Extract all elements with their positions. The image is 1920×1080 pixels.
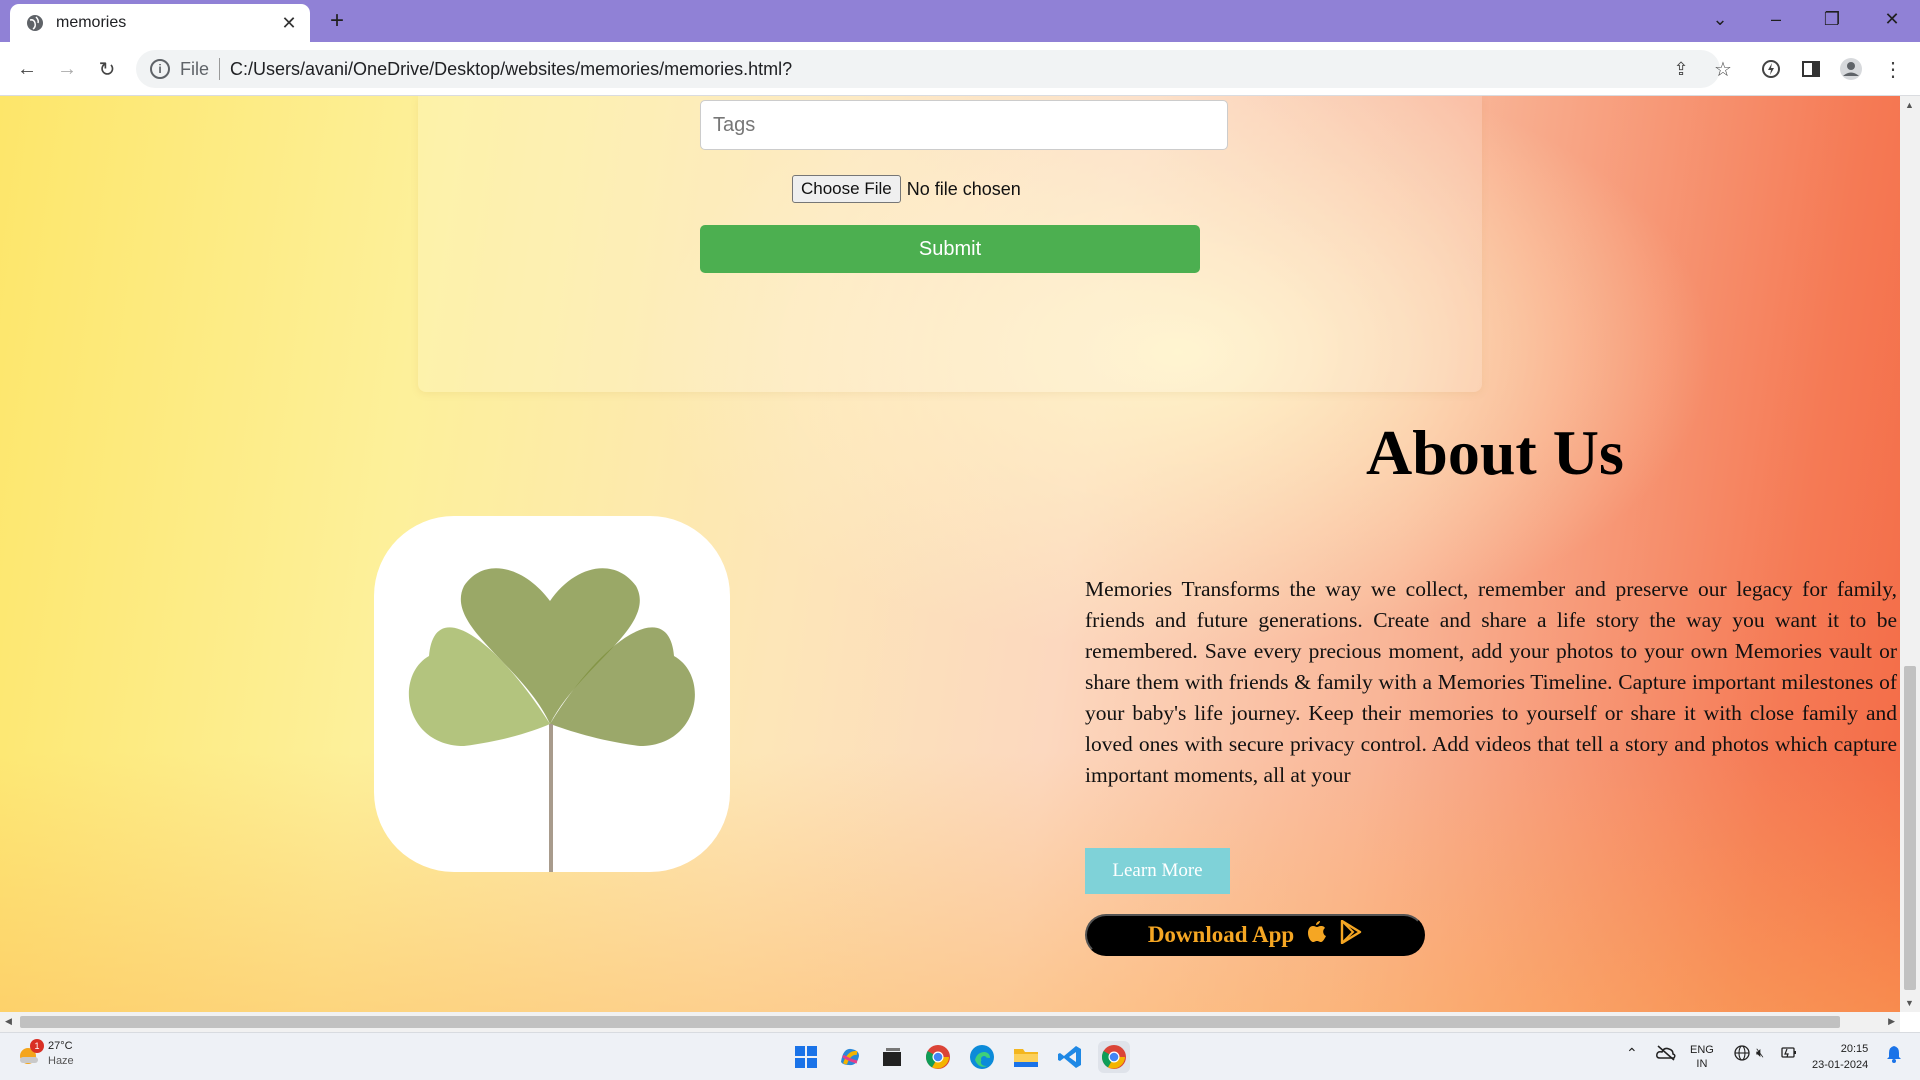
choose-file-button[interactable]: Choose File: [792, 175, 901, 203]
language-indicator[interactable]: ENG IN: [1690, 1043, 1714, 1071]
file-picker: Choose File No file chosen: [792, 175, 1021, 203]
tab-search-chevron-icon[interactable]: ⌄: [1692, 0, 1748, 38]
battery-icon[interactable]: [1780, 1045, 1798, 1064]
clock-date: 23-01-2024: [1812, 1059, 1869, 1071]
volume-muted-icon[interactable]: 🔇︎: [1756, 1045, 1764, 1061]
address-bar[interactable]: i File C:/Users/avani/OneDrive/Desktop/w…: [136, 50, 1720, 88]
site-info-icon[interactable]: i: [150, 59, 170, 79]
scroll-down-arrow-icon[interactable]: ▼: [1905, 998, 1914, 1008]
weather-desc: Haze: [48, 1055, 74, 1067]
weather-widget[interactable]: 1 27°C Haze: [16, 1039, 74, 1069]
horizontal-scrollbar[interactable]: ◀ ▶: [0, 1012, 1900, 1032]
vertical-scroll-thumb[interactable]: [1904, 666, 1916, 990]
lang-top: ENG: [1690, 1044, 1714, 1056]
memories-app-logo: [374, 516, 730, 872]
browser-tab-strip: memories ✕ + ⌄ – ❐ ✕: [0, 0, 1920, 42]
file-explorer-icon[interactable]: [1010, 1041, 1042, 1073]
scroll-left-arrow-icon[interactable]: ◀: [5, 1016, 12, 1027]
side-panel-icon[interactable]: [1796, 54, 1826, 84]
reload-icon[interactable]: ↻: [92, 54, 122, 84]
task-view-icon[interactable]: [876, 1041, 908, 1073]
edge-taskbar-icon[interactable]: [966, 1041, 998, 1073]
extensions-icon[interactable]: [1756, 54, 1786, 84]
about-heading: About Us: [1366, 417, 1624, 488]
url-scheme: File: [180, 58, 210, 79]
submit-button[interactable]: Submit: [700, 225, 1200, 273]
network-globe-icon[interactable]: [1734, 1045, 1750, 1064]
about-description: Memories Transforms the way we collect, …: [1085, 577, 1897, 787]
profile-avatar-icon[interactable]: [1836, 54, 1866, 84]
url-text[interactable]: C:/Users/avani/OneDrive/Desktop/websites…: [230, 59, 792, 80]
clock[interactable]: 20:15 23-01-2024: [1812, 1041, 1868, 1073]
horizontal-scroll-thumb[interactable]: [20, 1016, 1840, 1028]
download-app-button[interactable]: Download App: [1085, 914, 1425, 956]
globe-icon: [26, 14, 44, 32]
apple-icon: [1306, 920, 1328, 950]
page-viewport: Choose File No file chosen Submit About …: [0, 96, 1900, 1012]
clock-time: 20:15: [1840, 1043, 1869, 1055]
forward-icon[interactable]: →: [52, 54, 82, 84]
restore-icon[interactable]: ❐: [1804, 0, 1860, 38]
weather-badge: 1: [30, 1039, 44, 1053]
vertical-scrollbar[interactable]: ▲ ▼: [1900, 96, 1920, 1012]
weather-temp: 27°C: [48, 1040, 73, 1052]
file-status-text: No file chosen: [906, 178, 1021, 199]
share-icon[interactable]: ⇪: [1666, 54, 1696, 84]
windows-start-icon[interactable]: [790, 1041, 822, 1073]
tags-input[interactable]: [700, 100, 1228, 150]
close-window-icon[interactable]: ✕: [1864, 0, 1920, 38]
windows-taskbar: 1 27°C Haze ⌃ ENG IN 🔇︎ 20:15 23-01-2024: [0, 1032, 1920, 1080]
show-hidden-icons-chevron[interactable]: ⌃: [1626, 1045, 1638, 1062]
menu-kebab-icon[interactable]: ⋮: [1878, 54, 1908, 84]
lang-bottom: IN: [1696, 1058, 1708, 1070]
vscode-taskbar-icon[interactable]: [1054, 1041, 1086, 1073]
learn-more-button[interactable]: Learn More: [1085, 848, 1230, 894]
browser-tab[interactable]: memories ✕: [10, 4, 310, 42]
scroll-right-arrow-icon[interactable]: ▶: [1888, 1016, 1895, 1027]
url-separator: [219, 58, 221, 80]
weather-sun-icon: 1: [16, 1039, 44, 1067]
copilot-icon[interactable]: [834, 1041, 866, 1073]
google-play-icon: [1340, 919, 1362, 950]
back-icon[interactable]: ←: [12, 54, 42, 84]
notification-bell-icon[interactable]: [1886, 1045, 1902, 1066]
bookmark-star-icon[interactable]: ☆: [1708, 54, 1738, 84]
minimize-icon[interactable]: –: [1748, 0, 1804, 38]
chrome-taskbar-icon[interactable]: [922, 1041, 954, 1073]
new-tab-icon[interactable]: +: [323, 7, 351, 35]
chrome-active-taskbar-icon[interactable]: [1098, 1041, 1130, 1073]
scroll-up-arrow-icon[interactable]: ▲: [1905, 100, 1914, 110]
browser-toolbar: ← → ↻ i File C:/Users/avani/OneDrive/Des…: [0, 42, 1920, 96]
onedrive-offline-icon[interactable]: [1656, 1045, 1676, 1064]
download-app-label: Download App: [1147, 922, 1295, 947]
close-tab-icon[interactable]: ✕: [278, 12, 300, 34]
tab-title: memories: [56, 14, 127, 31]
